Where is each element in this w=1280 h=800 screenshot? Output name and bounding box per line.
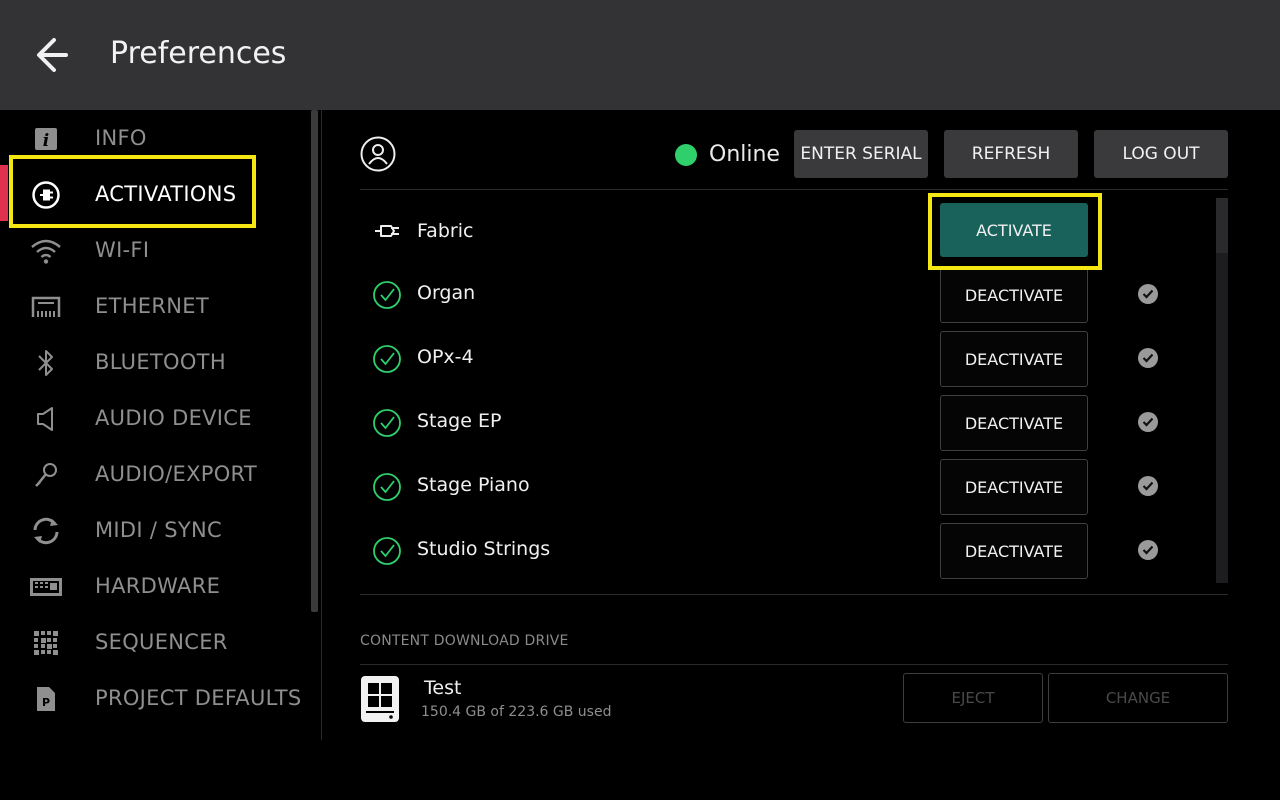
drive-name: Test bbox=[424, 677, 462, 699]
svg-text:P: P bbox=[42, 696, 50, 709]
bluetooth-icon bbox=[28, 348, 64, 378]
sidebar-item-label: HARDWARE bbox=[95, 574, 221, 598]
sidebar-item-bluetooth[interactable]: BLUETOOTH bbox=[0, 338, 300, 388]
user-account-icon[interactable] bbox=[360, 136, 396, 172]
back-button[interactable] bbox=[30, 32, 80, 78]
check-circle-icon bbox=[372, 472, 402, 502]
info-icon: i bbox=[28, 124, 64, 154]
sidebar-item-label: WI-FI bbox=[95, 238, 150, 262]
activation-row-studio-strings: Studio Strings DEACTIVATE bbox=[360, 518, 1210, 582]
sidebar-item-hardware[interactable]: HARDWARE bbox=[0, 562, 300, 612]
back-arrow-icon bbox=[37, 38, 68, 72]
header-bar: Preferences bbox=[0, 0, 1280, 110]
document-icon: P bbox=[28, 684, 64, 714]
ethernet-icon bbox=[28, 292, 64, 322]
sync-icon bbox=[28, 516, 64, 546]
sidebar-item-label: BLUETOOTH bbox=[95, 350, 226, 374]
divider bbox=[360, 594, 1228, 595]
svg-text:i: i bbox=[43, 131, 49, 151]
deactivate-button[interactable]: DEACTIVATE bbox=[940, 395, 1088, 451]
activation-row-stage-ep: Stage EP DEACTIVATE bbox=[360, 390, 1210, 454]
activation-row-stage-piano: Stage Piano DEACTIVATE bbox=[360, 454, 1210, 518]
activation-name: Stage Piano bbox=[417, 474, 530, 496]
sidebar-item-label: AUDIO DEVICE bbox=[95, 406, 252, 430]
divider bbox=[360, 189, 1228, 190]
activation-name: Organ bbox=[417, 282, 476, 304]
change-drive-button[interactable]: CHANGE bbox=[1048, 673, 1228, 723]
check-circle-icon bbox=[372, 344, 402, 374]
plug-icon bbox=[372, 216, 402, 246]
activated-check-icon bbox=[1138, 540, 1158, 560]
activation-name: Stage EP bbox=[417, 410, 502, 432]
microphone-icon bbox=[28, 460, 64, 490]
sidebar-item-label: PROJECT DEFAULTS bbox=[95, 686, 302, 710]
list-scrollbar-thumb[interactable] bbox=[1216, 198, 1228, 253]
enter-serial-button[interactable]: ENTER SERIAL bbox=[794, 130, 928, 178]
activated-check-icon bbox=[1138, 348, 1158, 368]
sidebar-item-label: MIDI / SYNC bbox=[95, 518, 222, 542]
keyboard-icon bbox=[28, 572, 64, 602]
page-title: Preferences bbox=[110, 36, 287, 71]
speaker-icon bbox=[28, 404, 64, 434]
sidebar-item-sequencer[interactable]: SEQUENCER bbox=[0, 618, 300, 668]
sidebar-item-label: ETHERNET bbox=[95, 294, 209, 318]
sidebar-item-label: SEQUENCER bbox=[95, 630, 228, 654]
deactivate-button[interactable]: DEACTIVATE bbox=[940, 459, 1088, 515]
sidebar-item-midi-sync[interactable]: MIDI / SYNC bbox=[0, 506, 300, 556]
check-circle-icon bbox=[372, 280, 402, 310]
activated-check-icon bbox=[1138, 284, 1158, 304]
logout-button[interactable]: LOG OUT bbox=[1094, 130, 1228, 178]
sidebar-item-label: ACTIVATIONS bbox=[95, 182, 237, 206]
online-status-indicator bbox=[675, 144, 697, 166]
sidebar-item-audio-device[interactable]: AUDIO DEVICE bbox=[0, 394, 300, 444]
sidebar-item-wifi[interactable]: WI-FI bbox=[0, 226, 300, 276]
sidebar-item-info[interactable]: i INFO bbox=[0, 114, 300, 164]
sidebar-scrollbar[interactable] bbox=[311, 110, 318, 612]
activation-list: Fabric ACTIVATE Organ DEACTIVATE OPx-4 D… bbox=[360, 198, 1228, 598]
refresh-button[interactable]: REFRESH bbox=[944, 130, 1078, 178]
check-circle-icon bbox=[372, 536, 402, 566]
sidebar-item-project-defaults[interactable]: P PROJECT DEFAULTS bbox=[0, 674, 302, 724]
sidebar-item-label: AUDIO/EXPORT bbox=[95, 462, 258, 486]
sidebar: i INFO ACTIVATIONS WI-FI ETHERNET BLUETO… bbox=[0, 110, 322, 740]
drive-usage: 150.4 GB of 223.6 GB used bbox=[421, 704, 612, 720]
activation-row-opx4: OPx-4 DEACTIVATE bbox=[360, 326, 1210, 390]
divider bbox=[360, 664, 1228, 665]
sidebar-item-label: INFO bbox=[95, 126, 147, 150]
sidebar-item-activations[interactable]: ACTIVATIONS bbox=[0, 170, 300, 220]
activation-name: Fabric bbox=[417, 220, 474, 242]
deactivate-button[interactable]: DEACTIVATE bbox=[940, 331, 1088, 387]
deactivate-button[interactable]: DEACTIVATE bbox=[940, 267, 1088, 323]
activated-check-icon bbox=[1138, 412, 1158, 432]
drive-icon bbox=[360, 675, 400, 723]
deactivate-button[interactable]: DEACTIVATE bbox=[940, 523, 1088, 579]
activation-row-organ: Organ DEACTIVATE bbox=[360, 262, 1210, 326]
online-status-text: Online bbox=[709, 142, 780, 167]
eject-button[interactable]: EJECT bbox=[903, 673, 1043, 723]
sidebar-item-audio-export[interactable]: AUDIO/EXPORT bbox=[0, 450, 300, 500]
sidebar-item-ethernet[interactable]: ETHERNET bbox=[0, 282, 300, 332]
plug-icon bbox=[28, 180, 64, 210]
check-circle-icon bbox=[372, 408, 402, 438]
wifi-icon bbox=[28, 236, 64, 266]
section-label: CONTENT DOWNLOAD DRIVE bbox=[360, 633, 569, 649]
activations-panel: Online ENTER SERIAL REFRESH LOG OUT Fabr… bbox=[360, 110, 1228, 800]
list-scrollbar-track[interactable] bbox=[1216, 198, 1228, 583]
activation-row-fabric: Fabric ACTIVATE bbox=[360, 198, 1210, 262]
grid-icon bbox=[28, 628, 64, 658]
activation-name: OPx-4 bbox=[417, 346, 474, 368]
activated-check-icon bbox=[1138, 476, 1158, 496]
activation-name: Studio Strings bbox=[417, 538, 551, 560]
activate-button[interactable]: ACTIVATE bbox=[940, 203, 1088, 257]
